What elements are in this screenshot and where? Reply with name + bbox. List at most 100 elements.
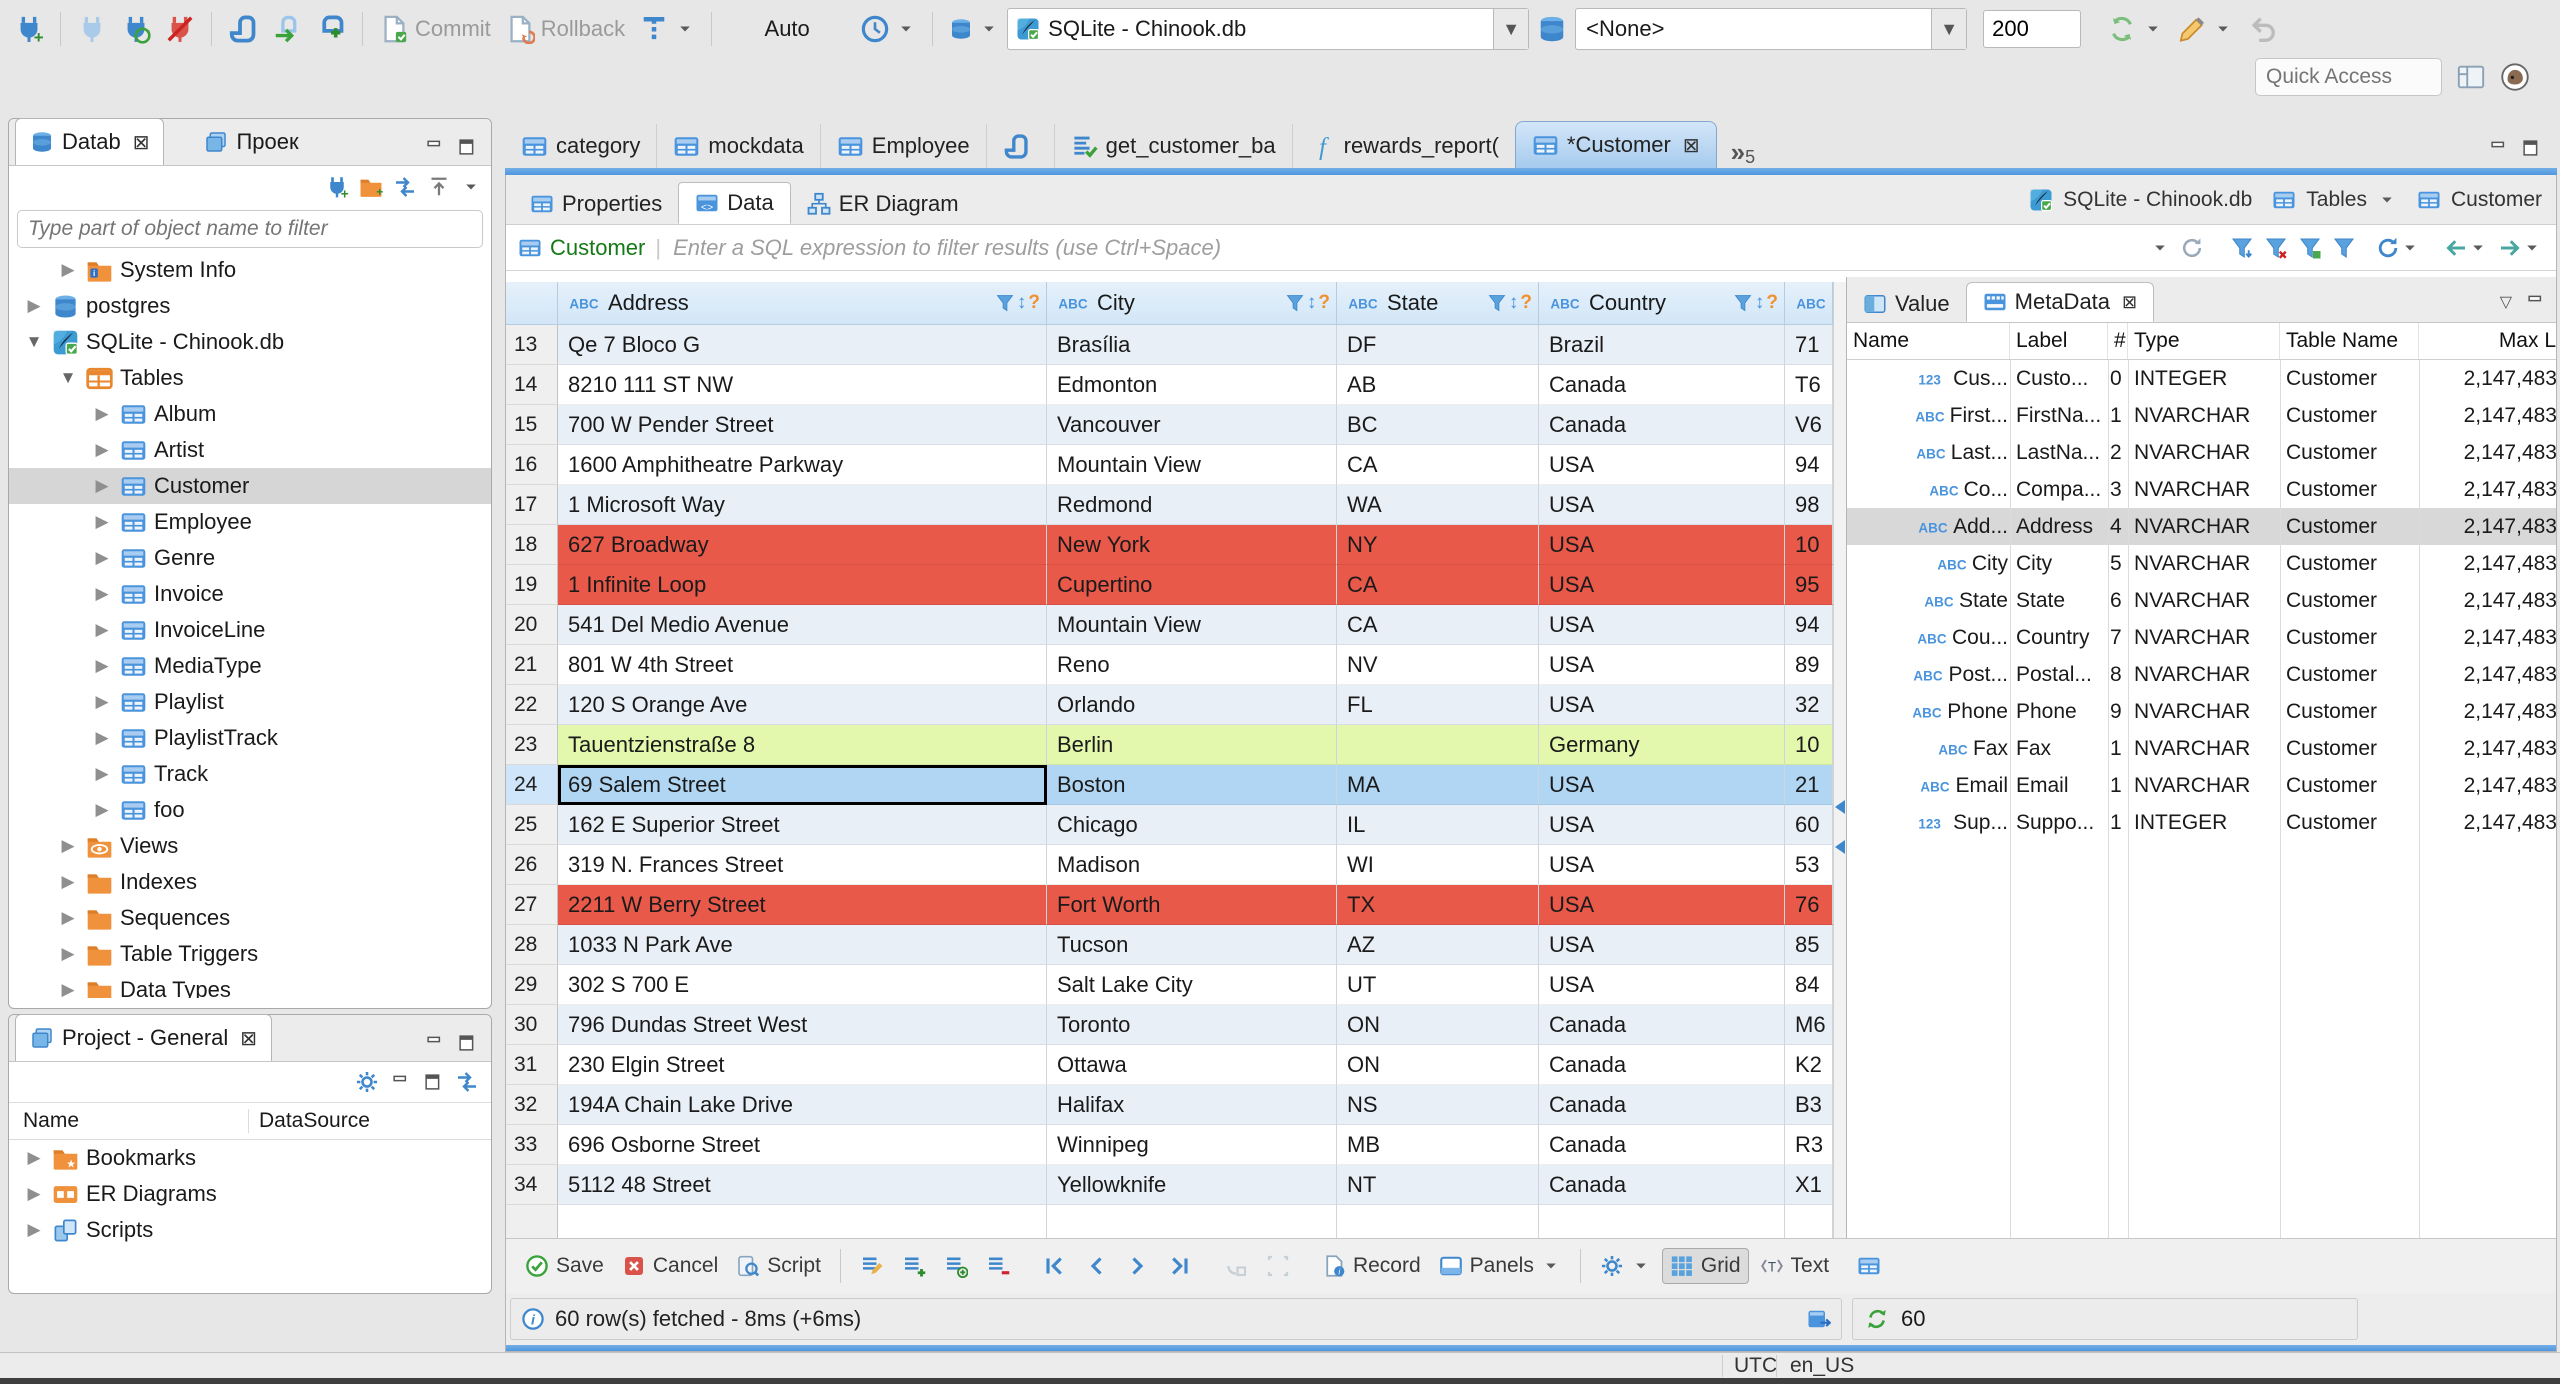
grid-view-button[interactable]: Grid <box>1661 1248 1749 1284</box>
row-number[interactable]: 21 <box>506 645 558 685</box>
grid-cell[interactable]: NV <box>1337 645 1539 685</box>
grid-cell[interactable]: Edmonton <box>1047 365 1337 405</box>
editor-tab-Employee[interactable]: Employee <box>819 124 986 168</box>
meta-row-City[interactable]: ABC City City 5 NVARCHAR Customer 2,147,4… <box>1847 545 2556 582</box>
grid-cell[interactable]: CA <box>1337 445 1539 485</box>
maximize-icon[interactable] <box>457 137 477 157</box>
tree-item-Sequences[interactable]: ▶ Sequences <box>9 900 491 936</box>
back-icon[interactable] <box>2444 236 2468 260</box>
meta-row-FirstNa[interactable]: ABC First... FirstNa... 1 NVARCHAR Custom… <box>1847 397 2556 434</box>
tree-item-Data-Types[interactable]: ▶ Data Types <box>9 972 491 998</box>
sort-icon[interactable]: ↕ <box>1509 292 1519 314</box>
grid-cell[interactable]: FL <box>1337 685 1539 725</box>
grid-cell[interactable]: BC <box>1337 405 1539 445</box>
grid-cell[interactable]: 120 S Orange Ave <box>558 685 1047 725</box>
quick-access-input[interactable] <box>2255 58 2442 96</box>
tree-arrow-icon[interactable]: ▶ <box>91 440 113 460</box>
tree-item-MediaType[interactable]: ▶ MediaType <box>9 648 491 684</box>
grid-cell[interactable]: Canada <box>1539 1165 1785 1205</box>
editor-tab-get-customer-ba[interactable]: get_customer_ba <box>1053 124 1292 168</box>
grid-cell[interactable]: Qe 7 Bloco G <box>558 325 1047 365</box>
meta-row-Compa[interactable]: ABC Co... Compa... 3 NVARCHAR Customer 2,… <box>1847 471 2556 508</box>
meta-row-Suppo[interactable]: 123 Sup... Suppo... 1 INTEGER Customer 2,… <box>1847 804 2556 841</box>
grid-cell[interactable]: USA <box>1539 765 1785 805</box>
grid-cell[interactable]: Cupertino <box>1047 565 1337 605</box>
meta-column-[interactable]: # <box>2108 323 2128 359</box>
grid-cell[interactable]: Brazil <box>1539 325 1785 365</box>
delete-row-button[interactable] <box>979 1249 1017 1283</box>
sort-icon[interactable]: ↕ <box>1755 292 1765 314</box>
tree-item-Artist[interactable]: ▶ Artist <box>9 432 491 468</box>
table-row-30[interactable]: 30 796 Dundas Street West Toronto ON Canada M… <box>506 1005 1833 1045</box>
grid-cell[interactable]: Germany <box>1539 725 1785 765</box>
tree-item-System-Info[interactable]: ▶ i System Info <box>9 252 491 288</box>
grid-cell[interactable]: Canada <box>1539 1125 1785 1165</box>
tree-arrow-icon[interactable]: ▶ <box>91 620 113 640</box>
column-header-datasource[interactable]: DataSource <box>248 1109 370 1133</box>
editor-tab-mockdata[interactable]: mockdata <box>656 124 819 168</box>
filter-refresh-icon[interactable] <box>2180 236 2204 260</box>
gear-icon[interactable] <box>355 1070 379 1094</box>
row-number[interactable]: 13 <box>506 325 558 365</box>
tree-item-Employee[interactable]: ▶ Employee <box>9 504 491 540</box>
editor-tab-overflow[interactable]: » 5 <box>1731 137 1755 168</box>
column-header-postalcode[interactable]: ABC <box>1785 282 1833 324</box>
editor-tab-category[interactable]: category <box>505 124 656 168</box>
table-row-21[interactable]: 21 801 W 4th Street Reno NV USA 89 <box>506 645 1833 685</box>
grid-cell[interactable]: 32 <box>1785 685 1833 725</box>
link-editor-icon[interactable] <box>455 1070 479 1094</box>
transaction-mode-button[interactable] <box>633 10 701 48</box>
grid-cell[interactable]: CA <box>1337 605 1539 645</box>
grid-cell[interactable]: 60 <box>1785 805 1833 845</box>
auto-commit-label[interactable]: Auto <box>722 16 852 42</box>
grid-cell[interactable]: 696 Osborne Street <box>558 1125 1047 1165</box>
table-row-22[interactable]: 22 120 S Orange Ave Orlando FL USA 32 <box>506 685 1833 725</box>
table-row-15[interactable]: 15 700 W Pender Street Vancouver BC Canada V6 <box>506 405 1833 445</box>
grid-cell[interactable]: 5112 48 Street <box>558 1165 1047 1205</box>
link-editor-icon[interactable] <box>393 175 417 199</box>
grid-cell[interactable]: Mountain View <box>1047 445 1337 485</box>
auto-refresh-icon[interactable] <box>1865 1307 1889 1331</box>
tree-item-Tables[interactable]: ▼ Tables <box>9 360 491 396</box>
sort-icon[interactable]: ↕ <box>1017 292 1027 314</box>
row-number[interactable]: 29 <box>506 965 558 1005</box>
grid-cell[interactable]: USA <box>1539 525 1785 565</box>
grid-cell[interactable]: NT <box>1337 1165 1539 1205</box>
grid-cell[interactable]: TX <box>1337 885 1539 925</box>
fetch-size-input[interactable] <box>1983 10 2082 48</box>
row-number[interactable]: 23 <box>506 725 558 765</box>
transaction-log-button[interactable] <box>854 10 922 48</box>
view-menu-icon[interactable] <box>461 177 481 197</box>
collapse-all-icon[interactable] <box>427 175 451 199</box>
table-row-20[interactable]: 20 541 Del Medio Avenue Mountain View CA USA… <box>506 605 1833 645</box>
tree-arrow-icon[interactable]: ▶ <box>57 260 79 280</box>
script-button[interactable]: Script <box>729 1249 828 1283</box>
duplicate-row-button[interactable] <box>937 1249 975 1283</box>
grid-cell[interactable]: Brasília <box>1047 325 1337 365</box>
grid-cell[interactable]: 302 S 700 E <box>558 965 1047 1005</box>
grid-cell[interactable]: DF <box>1337 325 1539 365</box>
filter-save-icon[interactable] <box>2298 236 2322 260</box>
refresh-sync-button[interactable] <box>2101 10 2169 48</box>
editor-tab--SQLite-Chino[interactable] <box>985 124 1054 168</box>
header-entity-label[interactable]: Customer <box>2451 188 2542 212</box>
new-connection-button[interactable]: + <box>8 10 50 48</box>
table-row-31[interactable]: 31 230 Elgin Street Ottawa ON Canada K2 <box>506 1045 1833 1085</box>
row-number[interactable]: 34 <box>506 1165 558 1205</box>
column-header-State[interactable]: ABC State ↕ ? <box>1337 282 1539 324</box>
row-number[interactable]: 25 <box>506 805 558 845</box>
tree-arrow-icon[interactable]: ▼ <box>23 332 45 352</box>
grid-cell[interactable]: USA <box>1539 605 1785 645</box>
tree-arrow-icon[interactable]: ▶ <box>91 800 113 820</box>
table-row-29[interactable]: 29 302 S 700 E Salt Lake City UT USA 84 <box>506 965 1833 1005</box>
chevron-down-icon[interactable] <box>2522 238 2542 258</box>
tree-item-Customer[interactable]: ▶ Customer <box>9 468 491 504</box>
grid-cell[interactable]: ON <box>1337 1005 1539 1045</box>
grid-cell[interactable]: Halifax <box>1047 1085 1337 1125</box>
grid-cell[interactable]: T6 <box>1785 365 1833 405</box>
grid-cell[interactable]: 10 <box>1785 525 1833 565</box>
grid-cell[interactable]: 541 Del Medio Avenue <box>558 605 1047 645</box>
grid-cell[interactable]: Fort Worth <box>1047 885 1337 925</box>
table-row-32[interactable]: 32 194A Chain Lake Drive Halifax NS Canada B3 <box>506 1085 1833 1125</box>
tab-er-diagram[interactable]: ER Diagram <box>791 184 975 224</box>
